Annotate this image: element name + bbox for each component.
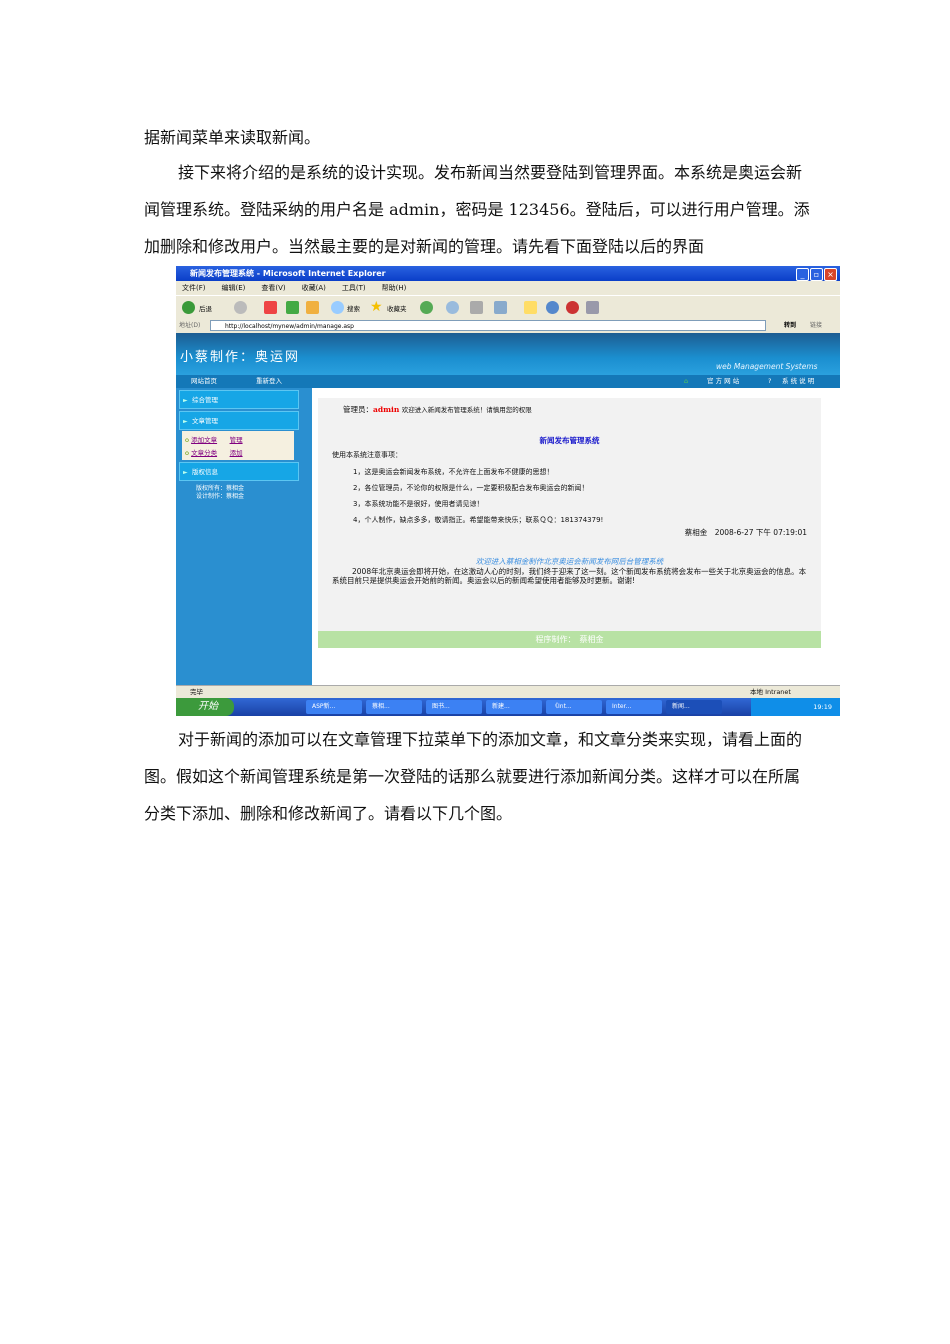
copyright-text: 版权所有：蔡相金 — [196, 485, 245, 492]
task-button[interactable]: 《Int... — [546, 700, 602, 714]
addon-icon[interactable] — [566, 301, 579, 314]
help-icon: ? — [768, 377, 772, 385]
paragraph: 对于新闻的添加可以在文章管理下拉菜单下的添加文章，和文章分类来实现，请看上面的图… — [144, 730, 803, 823]
back-icon[interactable] — [182, 301, 195, 314]
edit-icon[interactable] — [494, 301, 507, 314]
note-item: 3，本系统功能不是很好，使用者请见谅！ — [353, 500, 484, 508]
menu-help[interactable]: 帮助(H) — [382, 284, 407, 292]
sidebar-copyright[interactable]: 版权信息 — [179, 462, 299, 482]
category-link[interactable]: 文章分类 — [191, 449, 217, 457]
admin-label: 管理员： — [343, 405, 373, 414]
intro-text: 2008年北京奥运会即将开始，在这激动人心的时刻，我们终于迎来了这一刻。这个新闻… — [332, 567, 807, 585]
site-nav: 网站首页 重新登入 ⌂ 官 方 网 站 ? 系 统 说 明 — [176, 375, 840, 388]
clock: 19:19 — [813, 703, 832, 711]
site-banner: 小蔡制作：奥运网 web Management Systems — [176, 333, 840, 375]
note-item: 4，个人制作，缺点多多，敬请指正。希望能带来快乐；联系ＱＱ：181374379! — [353, 516, 604, 524]
sidebar-general[interactable]: 综合管理 — [179, 390, 299, 410]
task-button[interactable]: 蔡相... — [366, 700, 422, 714]
menu-favorites[interactable]: 收藏(A) — [302, 284, 326, 292]
paragraph: 据新闻菜单来读取新闻。 — [144, 128, 321, 147]
admin-name: admin — [373, 405, 400, 414]
taskbar: 开始 ASP新... 蔡相... 图书... 新建... 《Int... Int… — [176, 698, 840, 716]
history-icon[interactable] — [420, 301, 433, 314]
paragraph: 接下来将介绍的是系统的设计实现。发布新闻当然要登陆到管理界面。本系统是奥运会新闻… — [144, 163, 810, 256]
search-label[interactable]: 搜索 — [347, 303, 360, 313]
home-icon[interactable] — [306, 301, 319, 314]
article-submenu: o 添加文章 管理 o 文章分类 添加 — [182, 431, 294, 460]
messenger-icon[interactable] — [546, 301, 559, 314]
url-input[interactable]: http://localhost/mynew/admin/manage.asp — [210, 320, 766, 331]
stop-icon[interactable] — [264, 301, 277, 314]
site-logo: 小蔡制作：奥运网 — [180, 350, 301, 365]
add-category-link[interactable]: 添加 — [230, 449, 243, 457]
research-icon[interactable] — [586, 301, 599, 314]
design-text: 设计制作：蔡相金 — [196, 493, 245, 500]
print-icon[interactable] — [470, 301, 483, 314]
notes-icon[interactable] — [524, 301, 537, 314]
menu-bar: 文件(F) 编辑(E) 查看(V) 收藏(A) 工具(T) 帮助(H) — [176, 281, 840, 295]
tagline: web Management Systems — [716, 362, 818, 371]
home-icon: ⌂ — [684, 377, 689, 385]
notes-title: 使用本系统注意事项： — [332, 451, 402, 459]
maximize-icon[interactable]: ▫ — [810, 268, 823, 281]
note-item: 2，各位管理员，不论你的权限是什么，一定要积极配合发布奥运会的新闻！ — [353, 484, 589, 492]
title-bar: 新闻发布管理系统 - Microsoft Internet Explorer — [176, 266, 840, 281]
back-label[interactable]: 后退 — [199, 303, 212, 313]
status-bar: 完毕 本地 Intranet — [176, 685, 840, 699]
system-tray: 19:19 — [751, 698, 840, 716]
task-button[interactable]: 图书... — [426, 700, 482, 714]
mail-icon[interactable] — [446, 301, 459, 314]
close-icon[interactable]: × — [824, 268, 837, 281]
toolbar: 后退 搜索 ★ 收藏夹 — [176, 295, 840, 319]
favorites-icon[interactable]: ★ — [370, 299, 383, 315]
task-button-active[interactable]: 新闻... — [666, 700, 722, 714]
sidebar-articles[interactable]: 文章管理 — [179, 411, 299, 431]
task-button[interactable]: 新建... — [486, 700, 542, 714]
nav-home[interactable]: 网站首页 — [191, 375, 217, 388]
nav-help[interactable]: 系 统 说 明 — [782, 375, 814, 388]
note-item: 1，这是奥运会新闻发布系统，不允许在上面发布不健康的思想！ — [353, 468, 554, 476]
menu-file[interactable]: 文件(F) — [182, 284, 206, 292]
start-button[interactable]: 开始 — [176, 698, 234, 716]
address-label: 地址(D) — [179, 322, 201, 329]
minimize-icon[interactable]: _ — [796, 268, 809, 281]
nav-official[interactable]: 官 方 网 站 — [707, 375, 739, 388]
ie-screenshot: 新闻发布管理系统 - Microsoft Internet Explorer _… — [176, 266, 840, 716]
welcome-subtitle: 欢迎进入蔡相金制作北京奥运会新闻发布网后台管理系统 — [475, 557, 664, 566]
forward-icon[interactable] — [234, 301, 247, 314]
signature: 蔡相金 2008-6-27 下午 07:19:01 — [684, 528, 807, 537]
go-button[interactable]: 转到 — [784, 318, 796, 333]
system-title: 新闻发布管理系统 — [539, 436, 600, 445]
welcome-text: 欢迎进入新闻发布管理系统！请慎用您的权限 — [401, 406, 532, 414]
favorites-label[interactable]: 收藏夹 — [387, 303, 407, 313]
document-page: 据新闻菜单来读取新闻。 接下来将介绍的是系统的设计实现。发布新闻当然要登陆到管理… — [0, 0, 950, 1344]
menu-edit[interactable]: 编辑(E) — [222, 284, 246, 292]
footer-bar: 程序制作： 蔡相金 — [318, 631, 821, 648]
links-button[interactable]: 链接 — [810, 318, 822, 333]
task-button[interactable]: ASP新... — [306, 700, 362, 714]
refresh-icon[interactable] — [286, 301, 299, 314]
manage-link[interactable]: 管理 — [230, 436, 243, 444]
search-icon[interactable] — [331, 301, 344, 314]
status-text: 完毕 — [190, 688, 203, 696]
menu-tools[interactable]: 工具(T) — [342, 284, 366, 292]
nav-relogin[interactable]: 重新登入 — [256, 375, 282, 388]
add-article-link[interactable]: 添加文章 — [191, 436, 217, 444]
task-button[interactable]: Inter... — [606, 700, 662, 714]
address-bar: 地址(D) http://localhost/mynew/admin/manag… — [176, 318, 840, 333]
menu-view[interactable]: 查看(V) — [261, 284, 285, 292]
welcome-panel: 管理员：admin 欢迎进入新闻发布管理系统！请慎用您的权限 新闻发布管理系统 … — [318, 398, 821, 648]
